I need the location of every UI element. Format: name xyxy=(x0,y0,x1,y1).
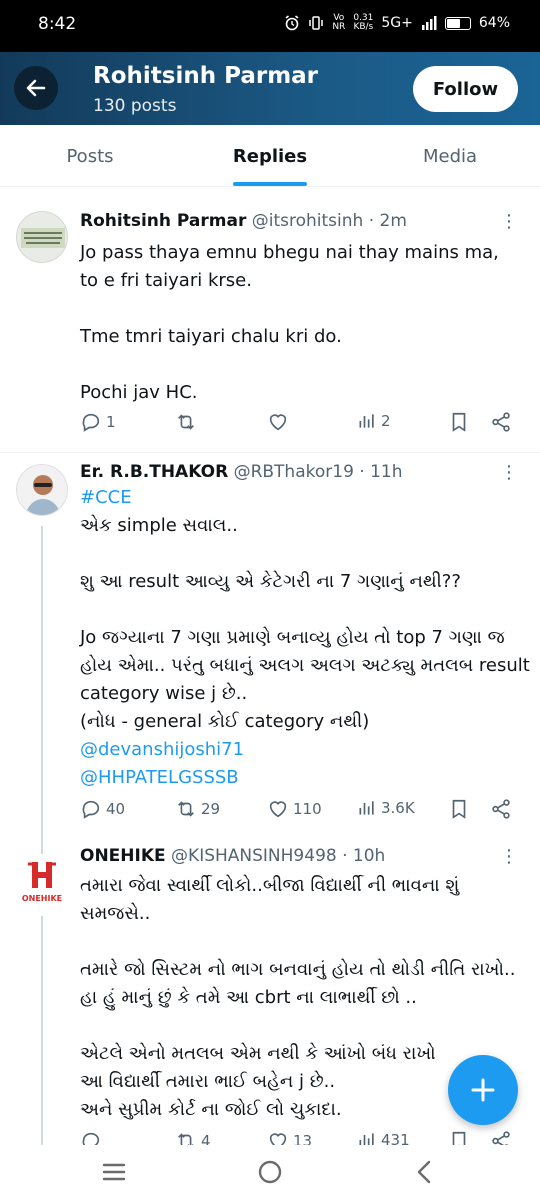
views-button[interactable]: 3.6K xyxy=(357,798,415,818)
like-button[interactable] xyxy=(267,411,293,433)
back-button[interactable] xyxy=(14,66,58,110)
handle-time: @RBThakor19 · 11h xyxy=(233,462,403,482)
more-options-icon[interactable]: ⋮ xyxy=(500,213,518,231)
views-icon xyxy=(359,1133,374,1145)
avatar-image xyxy=(25,475,61,515)
system-nav-bar xyxy=(0,1145,540,1200)
status-bar: 8:42 Vo NR 0.31 KB/s 5G+ 64% xyxy=(0,0,540,52)
display-name[interactable]: ONEHIKE xyxy=(80,846,166,866)
mention-link[interactable]: @devanshijoshi71 xyxy=(80,736,520,764)
repost-icon xyxy=(178,414,194,430)
share-icon xyxy=(492,799,510,819)
reply-button[interactable]: 1 xyxy=(80,411,116,433)
home-circle-icon xyxy=(258,1160,282,1184)
menu-icon xyxy=(102,1163,126,1181)
thread-line xyxy=(41,526,43,842)
views-icon xyxy=(359,801,374,815)
bookmark-icon xyxy=(452,412,466,432)
more-options-icon[interactable]: ⋮ xyxy=(500,464,518,482)
more-options-icon[interactable]: ⋮ xyxy=(500,848,518,866)
plus-icon xyxy=(471,1078,495,1102)
handle-time: @KISHANSINH9498 · 10h xyxy=(171,846,386,866)
bookmark-icon xyxy=(452,1131,466,1145)
tweet-1[interactable]: Rohitsinh Parmar @itsrohitsinh · 2m ⋮ Jo… xyxy=(0,187,540,452)
repost-button[interactable] xyxy=(175,411,201,433)
home-button[interactable] xyxy=(257,1159,283,1189)
tweet-actions: 4 13 431 xyxy=(80,1130,520,1145)
avatar[interactable] xyxy=(16,464,68,516)
avatar[interactable] xyxy=(16,211,68,263)
mention-link[interactable]: @HHPATELGSSSB xyxy=(80,764,520,792)
status-time: 8:42 xyxy=(38,14,77,34)
tweet-actions: 40 29 110 3.6K xyxy=(80,798,520,826)
heart-icon xyxy=(269,801,287,818)
like-button[interactable]: 13 xyxy=(267,1130,312,1145)
share-icon xyxy=(492,412,510,432)
follow-button[interactable]: Follow xyxy=(413,66,518,112)
thread-line xyxy=(41,916,43,1145)
share-button[interactable] xyxy=(490,1130,512,1145)
hashtag-link[interactable]: #CCE xyxy=(80,484,520,512)
reply-icon xyxy=(82,1132,100,1145)
profile-header: Rohitsinh Parmar 130 posts Follow xyxy=(0,52,540,125)
tweet-2[interactable]: Er. R.B.THAKOR @RBThakor19 · 11h ⋮ #CCE … xyxy=(0,452,540,842)
share-button[interactable] xyxy=(490,411,512,433)
tweet-text: Jo pass thaya emnu bhegu nai thay mains … xyxy=(80,242,499,403)
profile-tabs: Posts Replies Media xyxy=(0,125,540,187)
bookmark-button[interactable] xyxy=(448,411,470,433)
reply-icon xyxy=(82,413,100,432)
views-button[interactable]: 2 xyxy=(357,411,391,431)
network-type: 5G+ xyxy=(381,15,413,31)
volte-indicator: Vo NR xyxy=(332,13,346,32)
compose-button[interactable] xyxy=(448,1055,518,1125)
tweet-text: #CCE એક simple સવાલ.. શુ આ result આવ્યુ … xyxy=(80,484,530,792)
battery-percent: 64% xyxy=(478,15,510,31)
repost-icon xyxy=(178,801,194,817)
arrow-left-icon xyxy=(26,79,46,97)
battery-icon xyxy=(444,16,471,30)
chevron-left-icon xyxy=(417,1160,431,1184)
display-name[interactable]: Er. R.B.THAKOR xyxy=(80,462,228,482)
views-icon xyxy=(359,414,374,428)
tab-replies[interactable]: Replies xyxy=(180,125,360,186)
tab-media[interactable]: Media xyxy=(360,125,540,186)
heart-icon xyxy=(269,1133,287,1145)
bookmark-icon xyxy=(452,799,466,819)
posts-count: 130 posts xyxy=(93,96,177,116)
reply-button[interactable]: 40 xyxy=(80,798,125,820)
avatar-image xyxy=(21,228,65,248)
bookmark-button[interactable] xyxy=(448,1130,470,1145)
reply-icon xyxy=(82,800,100,819)
net-speed: 0.31 KB/s xyxy=(353,13,374,32)
status-icons: Vo NR 0.31 KB/s 5G+ 64% xyxy=(284,14,510,32)
vibrate-icon xyxy=(309,16,324,30)
profile-name: Rohitsinh Parmar xyxy=(93,63,319,89)
tweet-header: Er. R.B.THAKOR @RBThakor19 · 11h xyxy=(80,462,403,482)
tweet-header: Rohitsinh Parmar @itsrohitsinh · 2m xyxy=(80,211,407,231)
thread-line xyxy=(41,842,43,854)
bookmark-button[interactable] xyxy=(448,798,470,820)
tab-posts[interactable]: Posts xyxy=(0,125,180,186)
display-name[interactable]: Rohitsinh Parmar xyxy=(80,211,246,231)
like-button[interactable]: 110 xyxy=(267,798,322,820)
tweet-actions: 1 2 xyxy=(80,411,520,439)
share-button[interactable] xyxy=(490,798,512,820)
avatar-caption: ONEHIKE xyxy=(21,894,63,903)
views-button[interactable]: 431 xyxy=(357,1130,410,1145)
repost-icon xyxy=(178,1133,194,1145)
tweet-header: ONEHIKE @KISHANSINH9498 · 10h xyxy=(80,846,385,866)
back-nav-button[interactable] xyxy=(412,1159,438,1189)
share-icon xyxy=(492,1131,510,1145)
heart-icon xyxy=(269,414,287,431)
handle-time: @itsrohitsinh · 2m xyxy=(251,211,407,231)
active-tab-indicator xyxy=(233,182,307,186)
reply-button[interactable] xyxy=(80,1130,106,1145)
recent-apps-button[interactable] xyxy=(101,1159,127,1189)
repost-button[interactable]: 29 xyxy=(175,798,220,820)
signal-icon xyxy=(421,16,437,30)
alarm-icon xyxy=(285,15,299,31)
repost-button[interactable]: 4 xyxy=(175,1130,211,1145)
